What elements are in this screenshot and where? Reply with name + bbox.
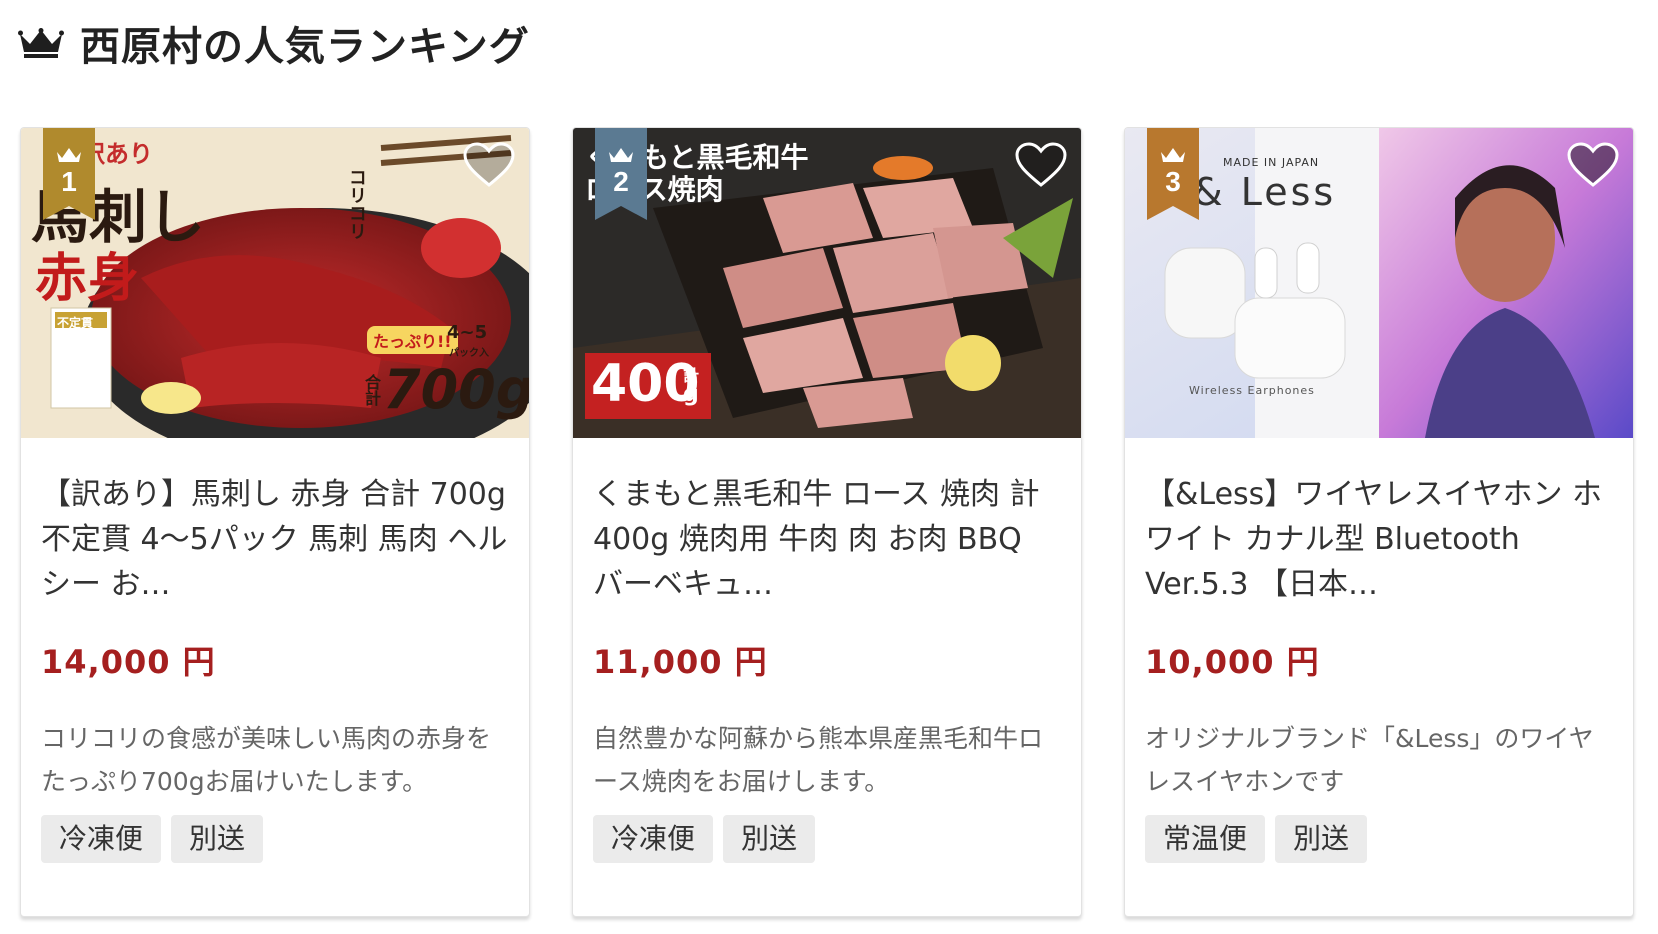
tag-separate-shipping: 別送: [723, 815, 816, 863]
rank-badge-3: 3: [1147, 128, 1199, 220]
product-info: 【&Less】ワイヤレスイヤホン ホワイト カナル型 Bluetooth Ver…: [1125, 438, 1633, 863]
tag-separate-shipping: 別送: [171, 815, 264, 863]
image-text-tappuri: たっぷり!!: [367, 326, 458, 354]
product-card-3[interactable]: MADE IN JAPAN & Less Wireless Earphones …: [1124, 127, 1634, 917]
shipping-tags: 冷凍便 別送: [41, 815, 509, 863]
product-title[interactable]: 【訳あり】馬刺し 赤身 合計 700g 不定貫 4〜5パック 馬刺 馬肉 ヘルシ…: [41, 472, 509, 607]
heart-icon[interactable]: [1567, 142, 1619, 188]
image-text-unit-bottom: g: [683, 382, 699, 407]
rank-number: 1: [61, 166, 77, 197]
product-description: コリコリの食感が美味しい馬肉の赤身をたっぷり700gお届けいたします。: [41, 724, 492, 796]
product-info: くまもと黒毛和牛 ロース 焼肉 計400g 焼肉用 牛肉 肉 お肉 BBQ バー…: [573, 438, 1081, 863]
product-title[interactable]: くまもと黒毛和牛 ロース 焼肉 計400g 焼肉用 牛肉 肉 お肉 BBQ バー…: [593, 472, 1061, 607]
rank-number: 3: [1165, 166, 1181, 197]
crown-icon: [18, 28, 64, 58]
tag-room-temperature: 常温便: [1145, 815, 1266, 863]
image-text-packs-unit: パック入: [449, 348, 489, 359]
heart-icon[interactable]: [1015, 142, 1067, 188]
image-text-total: 合計: [362, 374, 381, 406]
product-image-earphones[interactable]: MADE IN JAPAN & Less Wireless Earphones …: [1125, 128, 1633, 438]
product-price: 11,000 円: [593, 643, 768, 681]
rank-badge-1: 1: [43, 128, 95, 220]
image-text-brand: & Less: [1193, 170, 1337, 214]
product-image-basashi[interactable]: 訳あり 馬刺し 赤身 不定貫 コリコリ たっぷり!! 4~5 パック入 合計 7…: [21, 128, 529, 438]
tag-frozen: 冷凍便: [41, 815, 162, 863]
rank-number: 2: [613, 166, 629, 197]
ranking-header: 西原村の人気ランキング: [18, 18, 530, 70]
image-text-packs: 4~5: [447, 322, 488, 343]
product-info: 【訳あり】馬刺し 赤身 合計 700g 不定貫 4〜5パック 馬刺 馬肉 ヘルシ…: [21, 438, 529, 863]
product-card-1[interactable]: 訳あり 馬刺し 赤身 不定貫 コリコリ たっぷり!! 4~5 パック入 合計 7…: [20, 127, 530, 917]
heart-icon[interactable]: [463, 142, 515, 188]
tag-frozen: 冷凍便: [593, 815, 714, 863]
ranking-list: 訳あり 馬刺し 赤身 不定貫 コリコリ たっぷり!! 4~5 パック入 合計 7…: [20, 127, 1634, 917]
product-price: 14,000 円: [41, 643, 216, 681]
page-title: 西原村の人気ランキング: [80, 24, 530, 70]
image-text-sub: 赤身: [35, 249, 140, 309]
product-price: 10,000 円: [1145, 643, 1320, 681]
product-title[interactable]: 【&Less】ワイヤレスイヤホン ホワイト カナル型 Bluetooth Ver…: [1145, 472, 1613, 607]
shipping-tags: 常温便 別送: [1145, 815, 1613, 863]
product-description: 自然豊かな阿蘇から熊本県産黒毛和牛ロース焼肉をお届けします。: [593, 724, 1044, 796]
image-text-weight: 700g: [383, 358, 529, 421]
product-description: オリジナルブランド「&Less」のワイヤレスイヤホンです: [1145, 724, 1594, 796]
product-image-wagyu[interactable]: くまもと黒毛和牛 ロース焼肉 400 計 g 2: [573, 128, 1081, 438]
image-text-made-in: MADE IN JAPAN: [1223, 156, 1320, 169]
image-text-caption: Wireless Earphones: [1189, 384, 1315, 397]
tag-separate-shipping: 別送: [1275, 815, 1368, 863]
rank-badge-2: 2: [595, 128, 647, 220]
image-text-side: コリコリ: [346, 168, 367, 240]
shipping-tags: 冷凍便 別送: [593, 815, 1061, 863]
image-text-label: 不定貫: [57, 316, 94, 330]
product-card-2[interactable]: くまもと黒毛和牛 ロース焼肉 400 計 g 2 くまもと黒毛和牛 ロース 焼肉…: [572, 127, 1082, 917]
